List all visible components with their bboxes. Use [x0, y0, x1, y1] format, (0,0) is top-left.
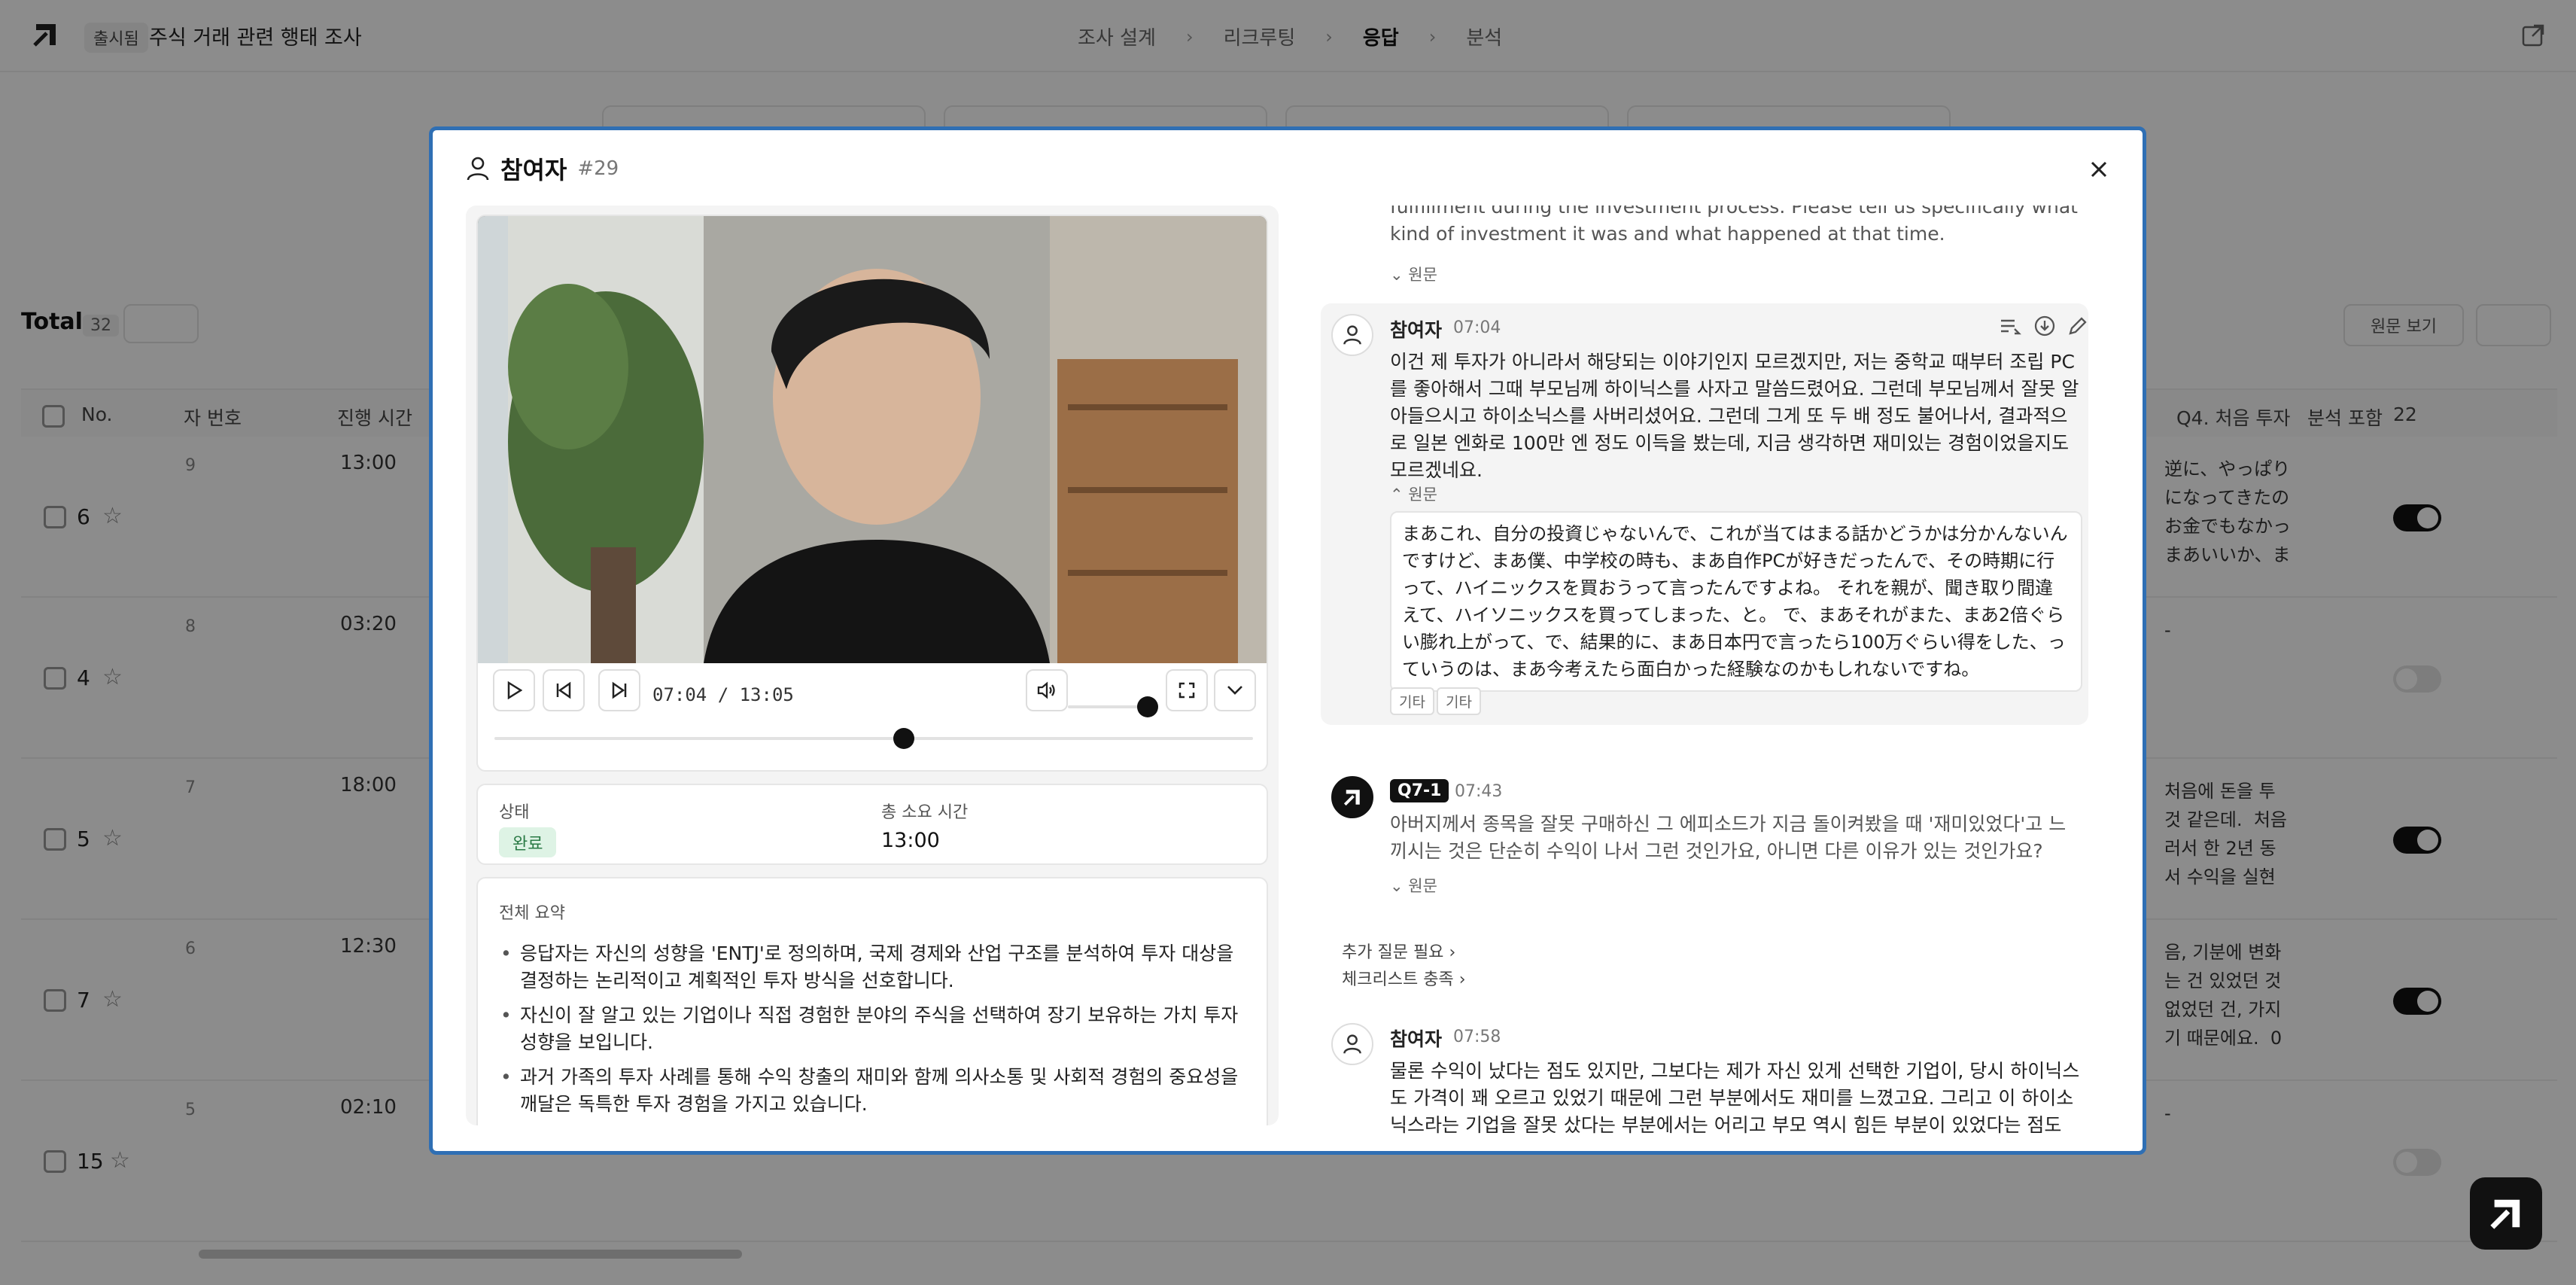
status-card: 상태 완료 총 소요 시간 13:00 — [476, 784, 1268, 865]
volume-slider-knob[interactable] — [1137, 696, 1158, 717]
checklist-met-label: 체크리스트 충족 — [1342, 970, 1454, 989]
speaker-name: 참여자 — [1390, 1028, 1443, 1050]
chevron-down-icon — [1227, 686, 1242, 695]
video-player: 07:04 / 13:05 — [476, 215, 1268, 772]
user-icon — [1343, 325, 1361, 345]
chevron-right-icon: › — [1458, 970, 1466, 989]
question-text: 아버지께서 종목을 잘못 구매하신 그 에피소드가 지금 돌이켜봤을 때 '재미… — [1390, 813, 2067, 862]
video-frame[interactable] — [478, 216, 1267, 663]
timestamp[interactable]: 07:58 — [1453, 1028, 1501, 1046]
checklist-met-link[interactable]: 체크리스트 충족 › — [1342, 966, 1466, 990]
duration-label: 총 소요 시간 — [881, 803, 969, 822]
skip-forward-icon — [612, 681, 627, 699]
tag-chip[interactable]: 기타 — [1437, 687, 1481, 715]
original-toggle[interactable]: ⌄ 원문 — [1390, 874, 1437, 897]
original-toggle[interactable]: ⌃ 원문 — [1390, 483, 1437, 505]
volume-button[interactable] — [1026, 669, 1068, 711]
participant-modal: 참여자 #29 07:04 / 13:05 상태 완료 총 소요 시간 13:0… — [429, 126, 2146, 1155]
left-pane[interactable]: 07:04 / 13:05 상태 완료 총 소요 시간 13:00 전체 요약 — [466, 206, 1279, 1125]
summary-item: 과거 가족의 투자 사례를 통해 수익 창출의 재미와 함께 의사소통 및 사회… — [499, 1064, 1252, 1118]
playback-time: 07:04 / 13:05 — [652, 684, 794, 705]
more-options-button[interactable] — [1214, 669, 1256, 711]
skip-back-icon — [556, 681, 571, 699]
answer-text: 물론 수익이 났다는 점도 있지만, 그보다는 제가 자신 있게 선택한 기업이… — [1390, 1060, 2080, 1136]
video-still — [478, 216, 1267, 663]
volume-icon — [1037, 681, 1055, 699]
participant-id: #29 — [577, 157, 619, 180]
status-badge: 완료 — [499, 827, 557, 857]
app-logo-icon — [2490, 1199, 2520, 1229]
question-badge: Q7-1 — [1390, 779, 1449, 802]
modal-title: 참여자 — [500, 156, 567, 184]
skip-forward-button[interactable] — [598, 669, 640, 711]
assistant-fab-button[interactable] — [2470, 1177, 2542, 1250]
avatar — [1331, 314, 1373, 356]
summary-item: 자신이 잘 알고 있는 기업이나 직접 경험한 분야의 주식을 선택하여 장기 … — [499, 1002, 1252, 1056]
original-toggle-label: 원문 — [1408, 486, 1437, 504]
duration-value: 13:00 — [881, 829, 940, 852]
modal-header: 참여자 #29 — [466, 151, 619, 186]
user-icon — [467, 157, 489, 181]
summary-item: 응답자는 자신의 성향을 'ENTJ'로 정의하며, 국제 경제와 산업 구조를… — [499, 940, 1252, 994]
summary-card: 전체 요약 응답자는 자신의 성향을 'ENTJ'로 정의하며, 국제 경제와 … — [476, 877, 1268, 1125]
tag-chip[interactable]: 기타 — [1390, 687, 1434, 715]
skip-back-button[interactable] — [543, 669, 585, 711]
status-label: 상태 — [499, 803, 530, 822]
app-logo-icon — [1343, 790, 1360, 806]
seek-bar-knob[interactable] — [893, 728, 915, 749]
interviewer-avatar — [1331, 776, 1373, 818]
answer-text: 이건 제 투자가 아니라서 해당되는 이야기인지 모르겠지만, 저는 중학교 때… — [1390, 351, 2079, 481]
play-icon — [507, 681, 522, 699]
play-button[interactable] — [493, 669, 535, 711]
chevron-right-icon: › — [1449, 943, 1456, 962]
original-toggle-label: 원문 — [1408, 266, 1437, 284]
timestamp[interactable]: 07:04 — [1453, 318, 1501, 337]
fullscreen-icon — [1179, 682, 1195, 699]
avatar — [1331, 1023, 1373, 1065]
summary-title: 전체 요약 — [499, 904, 565, 923]
followup-needed-link[interactable]: 추가 질문 필요 › — [1342, 939, 1455, 963]
speaker-name: 참여자 — [1390, 319, 1443, 341]
user-icon — [1343, 1034, 1361, 1054]
seek-bar[interactable] — [494, 737, 1253, 740]
transcript-pane[interactable]: fulfillment during the investment proces… — [1321, 206, 2118, 1139]
close-icon — [2091, 161, 2107, 178]
volume-slider[interactable] — [1068, 705, 1148, 708]
original-toggle-label: 원문 — [1408, 877, 1437, 895]
download-icon[interactable] — [2034, 315, 2055, 336]
previous-question-text: fulfillment during the investment proces… — [1390, 206, 2078, 245]
close-button[interactable] — [2082, 153, 2115, 186]
summary-list: 응답자는 자신의 성향을 'ENTJ'로 정의하며, 국제 경제와 산업 구조를… — [499, 940, 1252, 1125]
original-toggle[interactable]: ⌄ 원문 — [1390, 263, 1437, 285]
edit-icon[interactable] — [2067, 315, 2088, 336]
timestamp[interactable]: 07:43 — [1455, 782, 1502, 801]
fullscreen-button[interactable] — [1166, 669, 1208, 711]
add-to-list-icon[interactable] — [2000, 317, 2022, 336]
original-text-box: まあこれ、自分の投資じゃないんで、これが当てはまる話かどうかは分かんないんですけ… — [1390, 511, 2082, 692]
followup-needed-label: 추가 질문 필요 — [1342, 943, 1444, 962]
answer-card: 참여자 07:04 이건 제 투자가 아니라서 해당되는 이야기인지 모르겠지만… — [1321, 303, 2088, 725]
